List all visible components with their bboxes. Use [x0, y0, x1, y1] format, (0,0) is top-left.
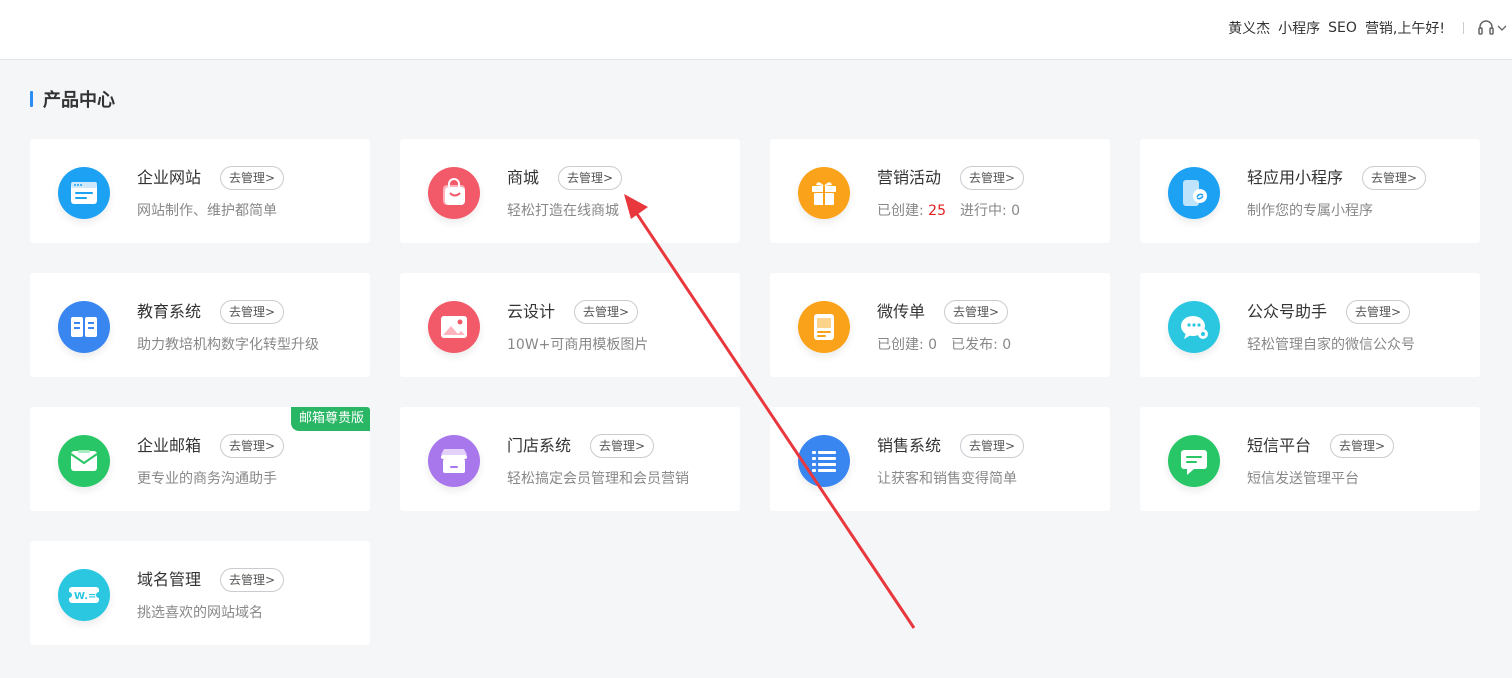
product-card-wechat-assistant[interactable]: 公众号助手 去管理> 轻松管理自家的微信公众号	[1140, 273, 1480, 377]
envelope-icon	[58, 435, 110, 487]
product-desc: 挑选喜欢的网站域名	[137, 605, 263, 621]
chevron-down-icon	[1497, 25, 1507, 31]
product-name: 云设计	[507, 302, 556, 321]
product-name: 企业网站	[137, 168, 202, 187]
headset-icon	[1478, 20, 1494, 35]
manage-button[interactable]: 去管理>	[960, 434, 1025, 458]
manage-button[interactable]: 去管理>	[220, 166, 285, 190]
gift-icon	[798, 167, 850, 219]
user-area: 黄义杰 小程序 SEO 营销,上午好!	[1228, 0, 1512, 56]
image-icon	[428, 301, 480, 353]
created-count: 25	[928, 203, 946, 219]
product-desc: 轻松打造在线商城	[507, 203, 619, 219]
product-desc: 更专业的商务沟通助手	[137, 471, 277, 487]
wechat-chat-icon	[1168, 301, 1220, 353]
published-count: 0	[1002, 337, 1012, 353]
product-card-cloud-design[interactable]: 云设计 去管理> 10W+可商用模板图片	[400, 273, 740, 377]
product-card-store[interactable]: 门店系统 去管理> 轻松搞定会员管理和会员营销	[400, 407, 740, 511]
support-button[interactable]	[1476, 18, 1508, 38]
product-desc: 助力教培机构数字化转型升级	[137, 337, 319, 353]
mini-program-link[interactable]: 小程序	[1278, 18, 1320, 38]
section-title: 产品中心	[43, 90, 115, 111]
seo-link[interactable]: SEO	[1328, 20, 1357, 36]
mini-program-icon	[1168, 167, 1220, 219]
product-name: 教育系统	[137, 302, 202, 321]
product-card-education[interactable]: 教育系统 去管理> 助力教培机构数字化转型升级	[30, 273, 370, 377]
manage-button[interactable]: 去管理>	[1362, 166, 1427, 190]
product-card-lite-app[interactable]: 轻应用小程序 去管理> 制作您的专属小程序	[1140, 139, 1480, 243]
product-desc: 轻松管理自家的微信公众号	[1247, 337, 1415, 353]
product-name: 轻应用小程序	[1247, 168, 1344, 187]
product-name: 短信平台	[1247, 436, 1312, 455]
product-desc: 网站制作、维护都简单	[137, 203, 277, 219]
product-desc: 制作您的专属小程序	[1247, 203, 1373, 219]
product-desc: 10W+可商用模板图片	[507, 337, 649, 353]
message-icon	[1168, 435, 1220, 487]
svg-text:W.=: W.=	[74, 591, 96, 602]
manage-button[interactable]: 去管理>	[590, 434, 655, 458]
product-card-flyer[interactable]: 微传单 去管理> 已创建: 0 已发布: 0	[770, 273, 1110, 377]
manage-button[interactable]: 去管理>	[220, 568, 285, 592]
section-header: 产品中心	[30, 86, 115, 112]
domain-ticket-icon: W.=	[58, 569, 110, 621]
manage-button[interactable]: 去管理>	[944, 300, 1009, 324]
user-name[interactable]: 黄义杰	[1228, 18, 1270, 38]
product-name: 企业邮箱	[137, 436, 202, 455]
list-icon	[798, 435, 850, 487]
product-name: 公众号助手	[1247, 302, 1328, 321]
published-label: 已发布:	[951, 337, 998, 353]
edition-badge: 邮箱尊贵版	[290, 407, 370, 431]
storefront-icon	[428, 435, 480, 487]
manage-button[interactable]: 去管理>	[574, 300, 639, 324]
product-name: 微传单	[877, 302, 926, 321]
book-icon	[58, 301, 110, 353]
product-name: 销售系统	[877, 436, 942, 455]
in-progress-label: 进行中:	[960, 203, 1007, 219]
in-progress-count: 0	[1011, 203, 1021, 219]
product-name: 商城	[507, 168, 540, 187]
manage-button[interactable]: 去管理>	[1346, 300, 1411, 324]
product-name: 门店系统	[507, 436, 572, 455]
product-card-sales[interactable]: 销售系统 去管理> 让获客和销售变得简单	[770, 407, 1110, 511]
manage-button[interactable]: 去管理>	[1330, 434, 1395, 458]
product-card-sms[interactable]: 短信平台 去管理> 短信发送管理平台	[1140, 407, 1480, 511]
product-desc: 短信发送管理平台	[1247, 471, 1359, 487]
created-count: 0	[928, 337, 938, 353]
product-card-marketing[interactable]: 营销活动 去管理> 已创建: 25 进行中: 0	[770, 139, 1110, 243]
manage-button[interactable]: 去管理>	[220, 300, 285, 324]
product-stats: 已创建: 25 进行中: 0	[877, 201, 1020, 221]
product-card-website[interactable]: 企业网站 去管理> 网站制作、维护都简单	[30, 139, 370, 243]
product-card-email[interactable]: 邮箱尊贵版 企业邮箱 去管理> 更专业的商务沟通助手	[30, 407, 370, 511]
product-stats: 已创建: 0 已发布: 0	[877, 335, 1011, 355]
product-name: 域名管理	[137, 570, 202, 589]
shopping-bag-icon	[428, 167, 480, 219]
product-name: 营销活动	[877, 168, 942, 187]
manage-button[interactable]: 去管理>	[220, 434, 285, 458]
manage-button[interactable]: 去管理>	[558, 166, 623, 190]
top-bar: 黄义杰 小程序 SEO 营销,上午好!	[0, 0, 1512, 60]
created-label: 已创建:	[877, 337, 924, 353]
created-label: 已创建:	[877, 203, 924, 219]
title-accent-bar	[30, 91, 33, 107]
product-desc: 轻松搞定会员管理和会员营销	[507, 471, 689, 487]
flyer-icon	[798, 301, 850, 353]
browser-window-icon	[58, 167, 110, 219]
greeting-text: 营销,上午好!	[1364, 21, 1445, 37]
divider	[1463, 22, 1464, 34]
product-card-mall[interactable]: 商城 去管理> 轻松打造在线商城	[400, 139, 740, 243]
product-desc: 让获客和销售变得简单	[877, 471, 1017, 487]
manage-button[interactable]: 去管理>	[960, 166, 1025, 190]
product-card-domain[interactable]: W.= 域名管理 去管理> 挑选喜欢的网站域名	[30, 541, 370, 645]
